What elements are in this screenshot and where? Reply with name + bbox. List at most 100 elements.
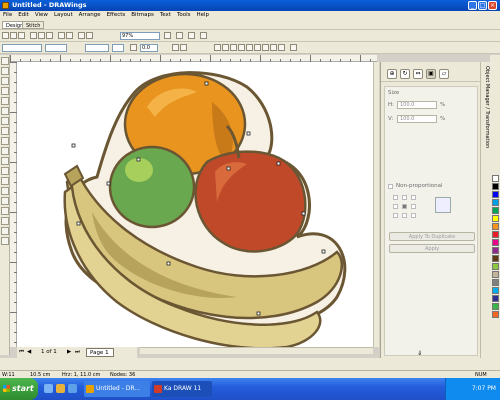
menu-bitmaps[interactable]: Bitmaps (128, 11, 157, 20)
horizontal-scrollbar[interactable] (140, 347, 373, 354)
skew-icon[interactable]: ▱ (439, 69, 449, 79)
next-page-icon[interactable]: ▶ (67, 349, 71, 355)
eyedropper-tool-icon[interactable] (1, 207, 9, 215)
mirror-h-icon[interactable] (172, 44, 179, 51)
position-y-field[interactable] (45, 44, 67, 52)
swatch-tan[interactable] (492, 271, 499, 278)
show-desktop-icon[interactable] (44, 384, 53, 393)
intersect-icon[interactable] (262, 44, 269, 51)
hand-icon[interactable] (176, 32, 183, 39)
fill-tool-icon[interactable] (1, 227, 9, 235)
size-icon[interactable]: ▣ (426, 69, 436, 79)
to-front-icon[interactable] (270, 44, 277, 51)
menu-arrange[interactable]: Arrange (76, 11, 104, 20)
tab-stitch[interactable]: Stitch (22, 21, 45, 29)
first-page-icon[interactable]: ⏮ (19, 349, 24, 356)
menu-edit[interactable]: Edit (15, 11, 32, 20)
anchor-tl[interactable] (393, 195, 398, 200)
drawing-canvas[interactable] (17, 62, 373, 347)
cut-icon[interactable] (30, 32, 37, 39)
options-icon[interactable] (188, 32, 195, 39)
swatch-grass[interactable] (492, 303, 499, 310)
proportional-checkbox[interactable] (388, 184, 393, 189)
menu-tools[interactable]: Tools (174, 11, 194, 20)
swatch-navy[interactable] (492, 295, 499, 302)
undo-icon[interactable] (58, 32, 65, 39)
mirror-v-icon[interactable] (180, 44, 187, 51)
swatch-brown[interactable] (492, 255, 499, 262)
last-page-icon[interactable]: ⏭ (75, 349, 80, 356)
swatch-lime[interactable] (492, 263, 499, 270)
freehand-tool-icon[interactable] (1, 97, 9, 105)
swatch-gray[interactable] (492, 279, 499, 286)
anchor-mr[interactable] (411, 204, 416, 209)
position-icon[interactable]: ⊕ (387, 69, 397, 79)
rotate-icon[interactable]: ↻ (400, 69, 410, 79)
anchor-tr[interactable] (411, 195, 416, 200)
anchor-center[interactable] (402, 204, 407, 209)
export-icon[interactable] (86, 32, 93, 39)
ie-icon[interactable] (68, 384, 77, 393)
snap-icon[interactable] (200, 32, 207, 39)
anchor-br[interactable] (411, 213, 416, 218)
blend-tool-icon[interactable] (1, 197, 9, 205)
swatch-magenta[interactable] (492, 239, 499, 246)
explorer-icon[interactable] (56, 384, 65, 393)
smart-fill-icon[interactable] (1, 107, 9, 115)
page-tab[interactable]: Page 1 (86, 348, 114, 357)
basic-shapes-icon[interactable] (1, 147, 9, 155)
apply-to-duplicate-button[interactable]: Apply To Duplicate (389, 232, 475, 241)
group-icon[interactable] (214, 44, 221, 51)
apply-button[interactable]: Apply (389, 244, 475, 253)
zoom-select[interactable]: 97% (120, 32, 160, 40)
open-icon[interactable] (10, 32, 17, 39)
break-apart-icon[interactable] (238, 44, 245, 51)
close-button[interactable]: × (488, 1, 497, 10)
ellipse-tool-icon[interactable] (1, 127, 9, 135)
swatch-purple[interactable] (492, 247, 499, 254)
start-button[interactable]: start (0, 378, 38, 400)
table-tool-icon[interactable] (1, 167, 9, 175)
text-tool-icon[interactable] (1, 157, 9, 165)
shape-tool-icon[interactable] (1, 67, 9, 75)
anchor-bc[interactable] (402, 213, 407, 218)
menu-text[interactable]: Text (157, 11, 174, 20)
new-icon[interactable] (2, 32, 9, 39)
maximize-button[interactable]: □ (478, 1, 487, 10)
zoom-tool-icon[interactable] (1, 87, 9, 95)
menu-effects[interactable]: Effects (104, 11, 129, 20)
interactive-fill-icon[interactable] (1, 237, 9, 245)
copy-icon[interactable] (38, 32, 45, 39)
save-icon[interactable] (18, 32, 25, 39)
polygon-tool-icon[interactable] (1, 137, 9, 145)
swatch-yellow[interactable] (492, 215, 499, 222)
swatch-green[interactable] (492, 207, 499, 214)
swatch-white[interactable] (492, 175, 499, 182)
green-apple-shape[interactable] (108, 145, 196, 229)
angle-field[interactable]: 0.0 (140, 44, 158, 52)
crop-tool-icon[interactable] (1, 77, 9, 85)
dimension-tool-icon[interactable] (1, 177, 9, 185)
anchor-bl[interactable] (393, 213, 398, 218)
prev-page-icon[interactable]: ◀ (27, 349, 31, 355)
height-field[interactable] (112, 44, 124, 52)
side-tab-label[interactable]: Object Manager / Transformation (482, 66, 490, 148)
import-icon[interactable] (78, 32, 85, 39)
docker-expand-icon[interactable]: ⇓ (417, 350, 422, 357)
redo-icon[interactable] (66, 32, 73, 39)
swatch-black[interactable] (492, 183, 499, 190)
anchor-ml[interactable] (393, 204, 398, 209)
lock-ratio-icon[interactable] (130, 44, 137, 51)
swatch-blue[interactable] (492, 191, 499, 198)
minimize-button[interactable]: _ (468, 1, 477, 10)
menu-help[interactable]: Help (194, 11, 213, 20)
zoom-icon[interactable] (164, 32, 171, 39)
width-field[interactable] (85, 44, 109, 52)
swatch-sky[interactable] (492, 287, 499, 294)
menu-view[interactable]: View (32, 11, 51, 20)
connector-tool-icon[interactable] (1, 187, 9, 195)
task-drawings[interactable]: Untitled - DR... (84, 381, 150, 397)
swatch-red[interactable] (492, 231, 499, 238)
ungroup-icon[interactable] (222, 44, 229, 51)
menu-layout[interactable]: Layout (51, 11, 76, 20)
